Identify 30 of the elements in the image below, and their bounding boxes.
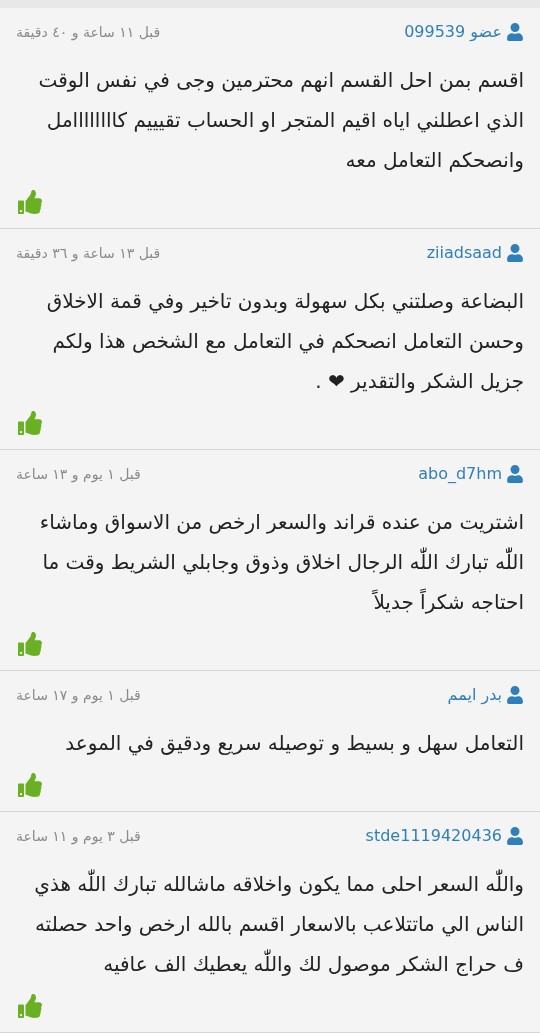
review-text: اشتريت من عنده قراند والسعر ارخص من الاسواق وماشاء اللّٰه تبارك اللّٰه الرجال اخلاق وذوق وجابلي الشريط وقت ما احتاجه شكراً جديلاً: [38, 509, 524, 616]
thumbs-up-icon: [18, 994, 42, 1018]
review-text: اقسم بمن احل القسم انهم محترمين وجى في نفس الوقت الذي اعطلني اياه اقيم المتجر او الحساب تقيييم كاااااااامل وانصحكم التعامل معه: [37, 67, 524, 174]
like-button[interactable]: [16, 188, 44, 216]
post-time: قبل ١ يوم و ١٣ ساعة: [16, 464, 141, 485]
post-time: قبل ١٣ ساعة و ٣٦ دقيقة: [16, 243, 161, 264]
user-icon: [506, 23, 524, 41]
user-icon: [506, 686, 524, 704]
username[interactable]: عضو 099539: [404, 20, 502, 44]
username[interactable]: abo_d7hm: [418, 462, 502, 486]
review-text: التعامل سهل و بسيط و توصيله سريع ودقيق في الموعد: [64, 730, 524, 758]
post-time: قبل ٣ يوم و ١١ ساعة: [16, 826, 141, 847]
post-time: قبل ١ يوم و ١٧ ساعة: [16, 685, 141, 706]
like-button[interactable]: [16, 409, 44, 437]
review-text: واللّٰه السعر احلى مما يكون واخلاقه ماشالله تبارك اللّٰه هذي الناس الي ماتتلاعب بالاسعار اقسم بالله ارخص واحد حصلته ف حراج الشكر موصول لك واللّٰه يعطيك الف عافيه: [16, 864, 524, 984]
username[interactable]: بدر ايمم: [447, 683, 502, 707]
user-icon: [506, 465, 524, 483]
like-button[interactable]: [16, 630, 44, 658]
thumbs-up-icon: [18, 632, 42, 656]
like-button[interactable]: [16, 771, 44, 799]
like-button[interactable]: [16, 992, 44, 1020]
user-icon: [506, 827, 524, 845]
user-icon: [506, 244, 524, 262]
username[interactable]: ziiadsaad: [426, 241, 502, 265]
thumbs-up-icon: [18, 411, 42, 435]
thumbs-up-icon: [18, 773, 42, 797]
review-text: البضاعة وصلتني بكل سهولة وبدون تاخير وفي قمة الاخلاق وحسن التعامل انصحكم في التعامل مع الشخص هذا ولكم جزيل الشكر والتقدير ❤ .: [45, 288, 524, 395]
thumbs-up-icon: [18, 190, 42, 214]
username[interactable]: stde1119420436: [365, 824, 502, 848]
post-time: قبل ١١ ساعة و ٤٠ دقيقة: [16, 22, 161, 43]
